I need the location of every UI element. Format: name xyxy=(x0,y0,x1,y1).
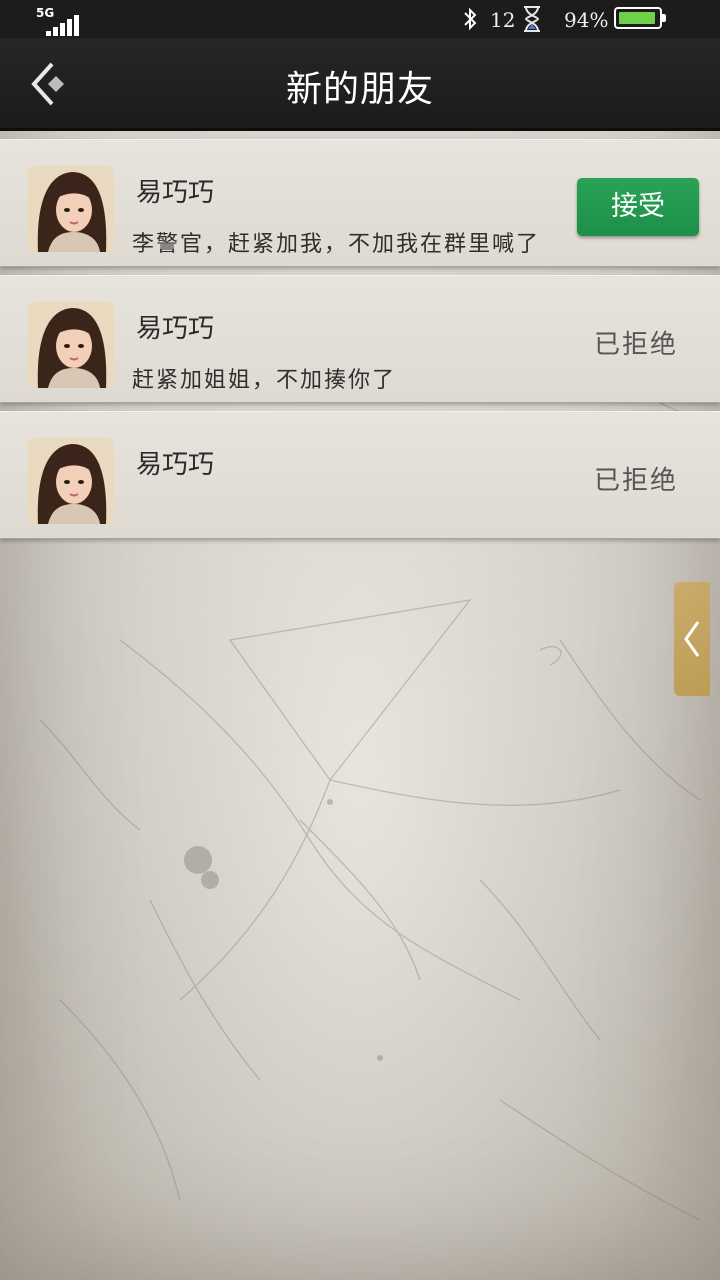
requester-name: 易巧巧 xyxy=(136,314,215,344)
friend-request-item[interactable]: 易巧巧 赶紧加姐姐，不加揍你了 已拒绝 xyxy=(0,275,720,403)
requester-name: 易巧巧 xyxy=(136,178,215,208)
notification-count: 12 xyxy=(490,8,516,32)
battery-level-fill xyxy=(619,12,655,24)
battery-tip xyxy=(662,14,666,22)
chevron-left-icon xyxy=(684,621,700,657)
avatar-portrait-icon xyxy=(28,302,114,388)
battery-percent: 94% xyxy=(564,8,609,32)
bluetooth-icon xyxy=(464,7,477,31)
title-bar: 新的朋友 xyxy=(0,38,720,131)
request-message: 赶紧加姐姐，不加揍你了 xyxy=(132,368,397,393)
page-title: 新的朋友 xyxy=(285,69,434,110)
rejected-status: 已拒绝 xyxy=(593,330,678,360)
battery-icon xyxy=(614,7,666,29)
request-message: 李警官，赶紧加我，不加我在群里喊了 xyxy=(132,232,541,257)
accept-button[interactable]: 接受 xyxy=(577,178,699,236)
side-drawer-handle[interactable] xyxy=(674,582,710,696)
status-right-group: 12 94% xyxy=(460,0,720,38)
avatar[interactable] xyxy=(28,302,114,388)
friend-request-item[interactable]: 易巧巧 李警官，赶紧加我，不加我在群里喊了 接受 xyxy=(0,139,720,267)
avatar-portrait-icon xyxy=(28,166,114,252)
requester-name: 易巧巧 xyxy=(136,450,215,480)
signal-bars-icon xyxy=(46,14,86,36)
rejected-status: 已拒绝 xyxy=(593,466,678,496)
avatar-portrait-icon xyxy=(28,438,114,524)
friend-request-item[interactable]: 易巧巧 已拒绝 xyxy=(0,411,720,539)
hourglass-icon xyxy=(524,6,540,32)
avatar[interactable] xyxy=(28,166,114,252)
status-bar: 5G 12 94% xyxy=(0,0,720,38)
avatar[interactable] xyxy=(28,438,114,524)
